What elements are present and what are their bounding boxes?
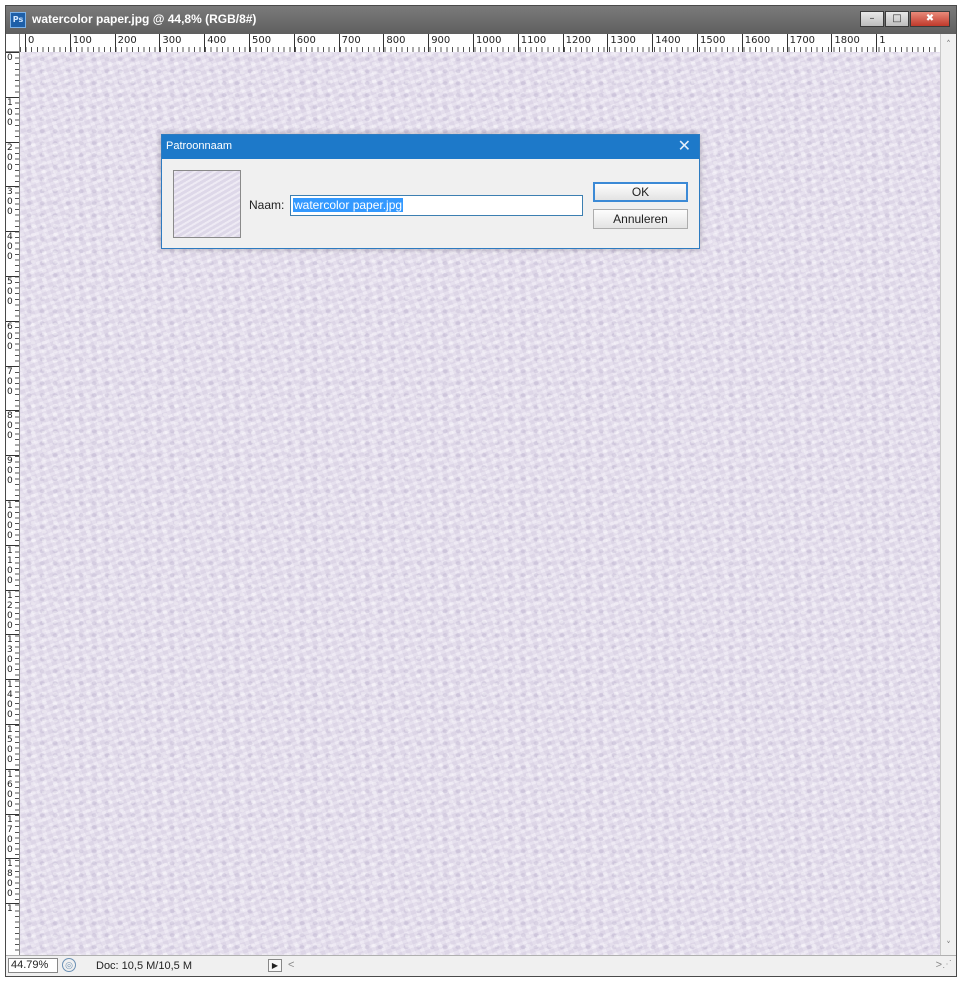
ruler-label-x: 100 <box>69 34 92 52</box>
ok-button[interactable]: OK <box>593 182 688 202</box>
ruler-label-y: 1 0 0 <box>6 96 19 128</box>
ruler-label-y: 1 5 0 0 <box>6 724 19 765</box>
dialog-close-icon[interactable]: ✕ <box>678 136 691 155</box>
ruler-label-y: 0 <box>6 52 19 63</box>
window-title: watercolor paper.jpg @ 44,8% (RGB/8#) <box>32 12 257 26</box>
scroll-down-arrow-icon[interactable]: ˅ <box>941 939 956 954</box>
ruler-label-x: 1000 <box>473 34 501 52</box>
ruler-label-y: 2 0 0 <box>6 141 19 173</box>
pattern-name-input[interactable]: watercolor paper.jpg <box>290 195 583 216</box>
document-size-info: Doc: 10,5 M/10,5 M <box>96 960 192 972</box>
minimize-button[interactable]: – <box>860 11 884 27</box>
ruler-label-x: 500 <box>249 34 271 52</box>
vertical-scrollbar[interactable]: ˄ ˅ <box>940 34 956 956</box>
zoom-level-field[interactable]: 44.79% <box>8 958 58 973</box>
ruler-label-x: 1800 <box>831 34 860 52</box>
window-controls: – □ ✖ <box>859 11 950 27</box>
ruler-label-y: 1 8 0 0 <box>6 858 19 899</box>
dialog-title: Patroonnaam <box>166 140 233 152</box>
ruler-label-y: 4 0 0 <box>6 231 19 262</box>
horizontal-ruler[interactable]: 0 100 200 300 400 500 600 700 800 900 1000 1100 1200… <box>20 34 942 53</box>
ruler-label-y: 7 0 0 <box>6 365 19 397</box>
ruler-label-y: 1 7 0 0 <box>6 813 19 855</box>
ruler-label-x: 1100 <box>517 34 546 52</box>
ruler-label-x: 900 <box>428 34 450 52</box>
photoshop-app-icon: Ps <box>10 12 26 28</box>
ruler-label-x: 1400 <box>652 34 681 52</box>
ruler-label-x: 1500 <box>697 34 725 52</box>
ruler-origin-corner[interactable] <box>6 34 20 52</box>
ruler-label-x: 400 <box>204 34 226 52</box>
ruler-label-x: 1600 <box>741 34 770 52</box>
vertical-ruler[interactable]: 0 1 0 0 2 0 0 3 0 0 4 0 0 5 0 0 6 0 0 7 0 0 8 0 … <box>6 52 20 956</box>
status-bar: 44.79% ◎ Doc: 10,5 M/10,5 M ▶ < > ⋰ <box>6 955 956 976</box>
cancel-button[interactable]: Annuleren <box>593 209 688 229</box>
ruler-label-y: 1 2 0 0 <box>6 589 19 631</box>
maximize-button[interactable]: □ <box>885 11 909 27</box>
status-menu-arrow-icon[interactable]: ▶ <box>268 959 282 972</box>
ruler-label-y: 1 <box>6 903 19 914</box>
ruler-label-x: 200 <box>114 34 137 52</box>
scroll-left-arrow-icon[interactable]: < <box>288 959 294 971</box>
ruler-label-y: 3 0 0 <box>6 186 19 217</box>
ruler-label-y: 5 0 0 <box>6 276 19 307</box>
scroll-up-arrow-icon[interactable]: ˄ <box>941 38 956 53</box>
pattern-name-dialog: Patroonnaam ✕ Naam: watercolor paper.jpg… <box>161 134 700 249</box>
ruler-label-x: 1300 <box>607 34 636 52</box>
close-button[interactable]: ✖ <box>910 11 950 27</box>
selected-name-text: watercolor paper.jpg <box>293 198 404 212</box>
resize-grip-icon[interactable]: ⋰ <box>942 959 952 970</box>
ruler-label-y: 1 6 0 0 <box>6 768 19 810</box>
pattern-preview-thumbnail <box>173 170 241 238</box>
ruler-label-x: 1 <box>876 34 886 52</box>
ruler-label-y: 8 0 0 <box>6 410 19 441</box>
ruler-label-y: 1 3 0 0 <box>6 634 19 675</box>
ruler-label-x: 700 <box>338 34 361 52</box>
ruler-label-y: 6 0 0 <box>6 320 19 352</box>
horizontal-scrollbar[interactable] <box>284 958 934 973</box>
ruler-label-x: 1200 <box>562 34 591 52</box>
ruler-label-x: 800 <box>383 34 405 52</box>
ruler-label-y: 9 0 0 <box>6 455 19 486</box>
name-field-label: Naam: <box>249 198 285 212</box>
ruler-label-x: 0 <box>25 34 34 52</box>
ruler-label-x: 600 <box>293 34 316 52</box>
status-info-icon[interactable]: ◎ <box>62 958 76 972</box>
window-title-bar[interactable]: Ps watercolor paper.jpg @ 44,8% (RGB/8#)… <box>6 6 956 34</box>
ruler-label-x: 1700 <box>786 34 815 52</box>
ruler-label-y: 1 4 0 0 <box>6 679 19 720</box>
ruler-label-x: 300 <box>159 34 181 52</box>
ruler-label-y: 1 0 0 0 <box>6 500 19 541</box>
ruler-label-y: 1 1 0 0 <box>6 544 19 586</box>
dialog-title-bar[interactable]: Patroonnaam ✕ <box>162 135 699 159</box>
